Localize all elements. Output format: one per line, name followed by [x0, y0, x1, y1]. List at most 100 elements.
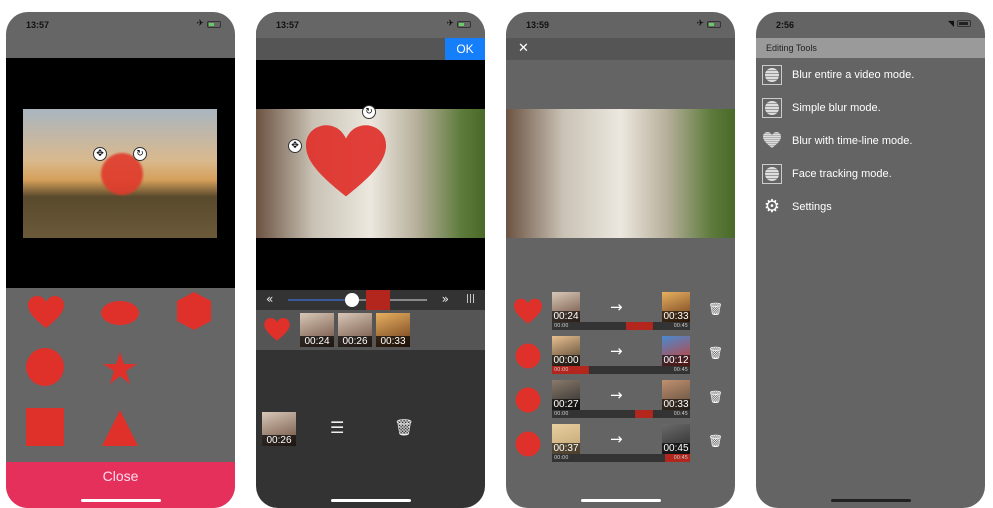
- shape-grid: [6, 288, 235, 462]
- clip-start-time: 00:27: [552, 399, 580, 410]
- blur-disc-icon: [762, 64, 782, 85]
- status-time: 13:57: [26, 20, 50, 30]
- video-preview: ✥ ↻: [256, 105, 485, 238]
- resize-handle-icon[interactable]: ✥: [93, 147, 107, 161]
- square-shape-button[interactable]: [26, 408, 64, 446]
- clip-row[interactable]: 00:37 → 00:45 00:00 00:45 🗑: [506, 424, 735, 468]
- status-bar: 13:59 ✈: [506, 12, 735, 38]
- clip-start-time: 00:37: [552, 443, 580, 454]
- trash-icon[interactable]: 🗑: [708, 302, 723, 316]
- circle-shape-icon: [515, 387, 541, 413]
- clip-start-thumbnail[interactable]: 00:00: [552, 336, 580, 366]
- status-time: 2:56: [776, 20, 795, 30]
- keyframe-strip: 00:24 00:26 00:33: [256, 310, 485, 350]
- clip-start-thumbnail[interactable]: 00:24: [552, 292, 580, 322]
- heart-shape-icon: [514, 298, 542, 324]
- close-icon[interactable]: ✕: [518, 41, 529, 56]
- circle-shape-icon: [515, 431, 541, 457]
- rotate-handle-icon[interactable]: ↻: [133, 147, 147, 161]
- star-shape-button[interactable]: [103, 352, 137, 384]
- clip-range-bar: 00:00 00:45: [552, 454, 690, 462]
- editing-tools-header: Editing Tools: [756, 38, 985, 58]
- rewind-icon[interactable]: «: [266, 292, 273, 306]
- tool-label: Blur entire a video mode.: [792, 68, 915, 81]
- tool-item[interactable]: Simple blur mode.: [756, 91, 985, 124]
- video-preview: [506, 109, 735, 238]
- airplane-icon: ✈: [446, 19, 454, 29]
- gear-icon: ⚙: [763, 196, 781, 217]
- tool-item[interactable]: Blur with time-line mode.: [756, 124, 985, 157]
- arrow-right-icon: →: [610, 342, 623, 360]
- blur-disc-icon: [762, 163, 782, 184]
- ok-button[interactable]: OK: [445, 38, 485, 60]
- range-end-label: 00:45: [673, 411, 688, 417]
- clip-start-thumbnail[interactable]: 00:27: [552, 380, 580, 410]
- battery-icon: [457, 20, 471, 28]
- clip-row[interactable]: 00:00 → 00:12 00:00 00:45 🗑: [506, 336, 735, 380]
- arrow-right-icon: →: [610, 298, 623, 316]
- heart-shape-button[interactable]: [28, 296, 64, 330]
- home-indicator: [80, 499, 161, 502]
- clip-start-thumbnail[interactable]: 00:37: [552, 424, 580, 454]
- circle-shape-button[interactable]: [26, 348, 64, 386]
- tool-item[interactable]: ⚙ Settings: [756, 190, 985, 223]
- resize-handle-icon[interactable]: ✥: [288, 139, 302, 153]
- tool-label: Face tracking mode.: [792, 167, 892, 180]
- editing-tools-screen: 2:56 ◥ Editing Tools Blur entire a video…: [756, 12, 985, 508]
- trash-icon[interactable]: 🗑: [708, 390, 723, 404]
- clip-end-time: 00:33: [662, 399, 690, 410]
- range-start-label: 00:00: [554, 323, 569, 329]
- battery-icon: [957, 20, 971, 27]
- airplane-icon: ✈: [696, 19, 704, 29]
- clip-end-thumbnail[interactable]: 00:33: [662, 380, 690, 410]
- wifi-icon: ◥: [947, 19, 954, 28]
- clip-row[interactable]: 00:27 → 00:33 00:00 00:45 🗑: [506, 380, 735, 424]
- clip-end-thumbnail[interactable]: 00:33: [662, 292, 690, 322]
- status-time: 13:59: [526, 20, 550, 30]
- clip-range-bar: 00:00 00:45: [552, 410, 690, 418]
- shape-edit-screen: 13:57 ✈ OK ✥ ↻ « » ||| 00:24 00:26 00:33…: [256, 12, 485, 508]
- trash-icon[interactable]: 🗑: [708, 434, 723, 448]
- clip-row[interactable]: 00:24 → 00:33 00:00 00:45 🗑: [506, 292, 735, 336]
- clip-end-time: 00:12: [662, 355, 690, 366]
- clip-range-bar: 00:00 00:45: [552, 322, 690, 330]
- triangle-shape-button[interactable]: [102, 410, 138, 446]
- trash-icon[interactable]: 🗑: [708, 346, 723, 360]
- selected-keyframe-thumbnail[interactable]: 00:26: [262, 412, 296, 446]
- status-bar: 13:57 ✈: [6, 12, 235, 38]
- trash-icon[interactable]: 🗑: [394, 418, 414, 437]
- timeline-slider[interactable]: [288, 290, 427, 310]
- heart-shape-icon: [264, 318, 290, 341]
- tool-label: Blur with time-line mode.: [792, 134, 913, 147]
- shape-picker-screen: 13:57 ✈ ✥ ↻ Close: [6, 12, 235, 508]
- home-indicator: [830, 499, 911, 502]
- circle-shape-icon: [515, 343, 541, 369]
- clip-range-bar: 00:00 00:45: [552, 366, 690, 374]
- hexagon-shape-button[interactable]: [176, 292, 212, 330]
- clip-start-time: 00:24: [552, 311, 580, 322]
- keyframe-thumbnail[interactable]: 00:26: [338, 313, 372, 347]
- ellipse-shape-button[interactable]: [100, 300, 140, 326]
- status-bar: 13:57 ✈: [256, 12, 485, 38]
- forward-icon[interactable]: »: [442, 292, 449, 306]
- slider-knob[interactable]: [344, 293, 359, 307]
- tool-item[interactable]: Blur entire a video mode.: [756, 58, 985, 91]
- adjust-sliders-icon[interactable]: ☰: [330, 418, 344, 437]
- clip-list-screen: 13:59 ✈ ✕ 00:24 → 00:33 00:00 00:45 🗑 00:00 → 00…: [506, 12, 735, 508]
- clip-end-thumbnail[interactable]: 00:12: [662, 336, 690, 366]
- keyframe-thumbnail[interactable]: 00:24: [300, 313, 334, 347]
- top-toolbar: OK: [256, 38, 485, 60]
- home-indicator: [330, 499, 411, 502]
- menu-icon[interactable]: |||: [466, 294, 475, 304]
- tool-item[interactable]: Face tracking mode.: [756, 157, 985, 190]
- timeline-slider-row: « » |||: [256, 290, 485, 310]
- clip-start-time: 00:00: [552, 355, 580, 366]
- keyframe-thumbnail[interactable]: 00:33: [376, 313, 410, 347]
- clip-end-time: 00:45: [662, 443, 690, 454]
- tool-label: Settings: [792, 200, 832, 213]
- tool-label: Simple blur mode.: [792, 101, 881, 114]
- airplane-icon: ✈: [196, 19, 204, 29]
- rotate-handle-icon[interactable]: ↻: [362, 105, 376, 119]
- heart-blur-overlay[interactable]: [306, 125, 386, 201]
- clip-end-thumbnail[interactable]: 00:45: [662, 424, 690, 454]
